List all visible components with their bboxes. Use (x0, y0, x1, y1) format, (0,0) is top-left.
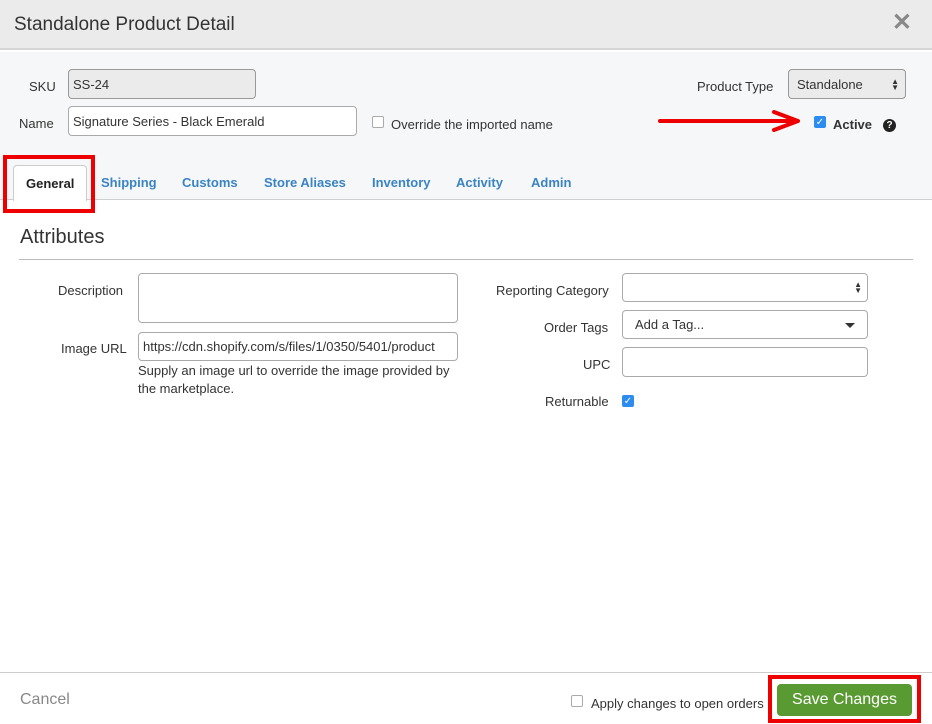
order-tags-select[interactable]: Add a Tag... (622, 310, 868, 339)
name-label: Name (19, 116, 54, 131)
override-name-checkbox[interactable] (372, 116, 384, 128)
tab-store-aliases[interactable]: Store Aliases (264, 175, 346, 190)
reporting-category-label: Reporting Category (496, 283, 609, 298)
tab-customs[interactable]: Customs (182, 175, 238, 190)
attributes-heading: Attributes (20, 226, 105, 248)
sku-input[interactable]: SS-24 (68, 69, 256, 99)
image-url-label: Image URL (61, 341, 127, 356)
returnable-label: Returnable (545, 394, 609, 409)
modal-header: Standalone Product Detail ✕ (0, 0, 932, 50)
name-input[interactable]: Signature Series - Black Emerald (68, 106, 357, 136)
modal-title: Standalone Product Detail (14, 14, 235, 35)
returnable-checkbox[interactable]: ✓ (622, 395, 634, 407)
sku-label: SKU (29, 79, 56, 94)
cancel-button[interactable]: Cancel (20, 691, 70, 709)
product-type-label: Product Type (697, 79, 774, 94)
order-tags-label: Order Tags (544, 320, 609, 335)
active-label: Active (833, 117, 873, 132)
image-url-input[interactable]: https://cdn.shopify.com/s/files/1/0350/5… (138, 332, 458, 361)
select-arrows-icon: ▲ ▼ (891, 77, 899, 92)
save-changes-button[interactable]: Save Changes (777, 684, 912, 716)
tab-bar: General Shipping Customs Store Aliases I… (0, 160, 932, 201)
product-detail-modal: Standalone Product Detail ✕ SKU SS-24 Na… (0, 0, 932, 724)
annotation-arrow-icon (658, 110, 800, 132)
active-checkbox[interactable]: ✓ (814, 116, 826, 128)
description-textarea[interactable] (138, 273, 458, 323)
apply-open-orders-label: Apply changes to open orders (591, 696, 764, 711)
tab-general[interactable]: General (13, 165, 88, 201)
image-url-help-text: Supply an image url to override the imag… (138, 363, 450, 396)
tab-inventory[interactable]: Inventory (372, 175, 431, 190)
order-tags-placeholder: Add a Tag... (635, 317, 705, 332)
tab-admin[interactable]: Admin (531, 175, 571, 190)
upc-label: UPC (583, 357, 611, 372)
apply-open-orders-checkbox[interactable] (571, 695, 583, 707)
select-arrows-icon: ▲ ▼ (854, 280, 862, 295)
product-type-select[interactable]: Standalone ▲ ▼ (788, 69, 906, 99)
description-label: Description (58, 283, 124, 298)
product-type-value: Standalone (797, 76, 863, 92)
modal-footer: Cancel Apply changes to open orders Save… (0, 672, 932, 724)
help-icon[interactable]: ? (883, 119, 896, 132)
chevron-down-icon (845, 323, 855, 328)
tab-shipping[interactable]: Shipping (101, 175, 157, 190)
reporting-category-select[interactable]: ▲ ▼ (622, 273, 868, 302)
override-name-label: Override the imported name (391, 117, 553, 132)
upc-input[interactable] (622, 347, 868, 377)
tab-activity[interactable]: Activity (456, 175, 503, 190)
section-divider (19, 259, 913, 260)
close-icon[interactable]: ✕ (892, 11, 912, 35)
